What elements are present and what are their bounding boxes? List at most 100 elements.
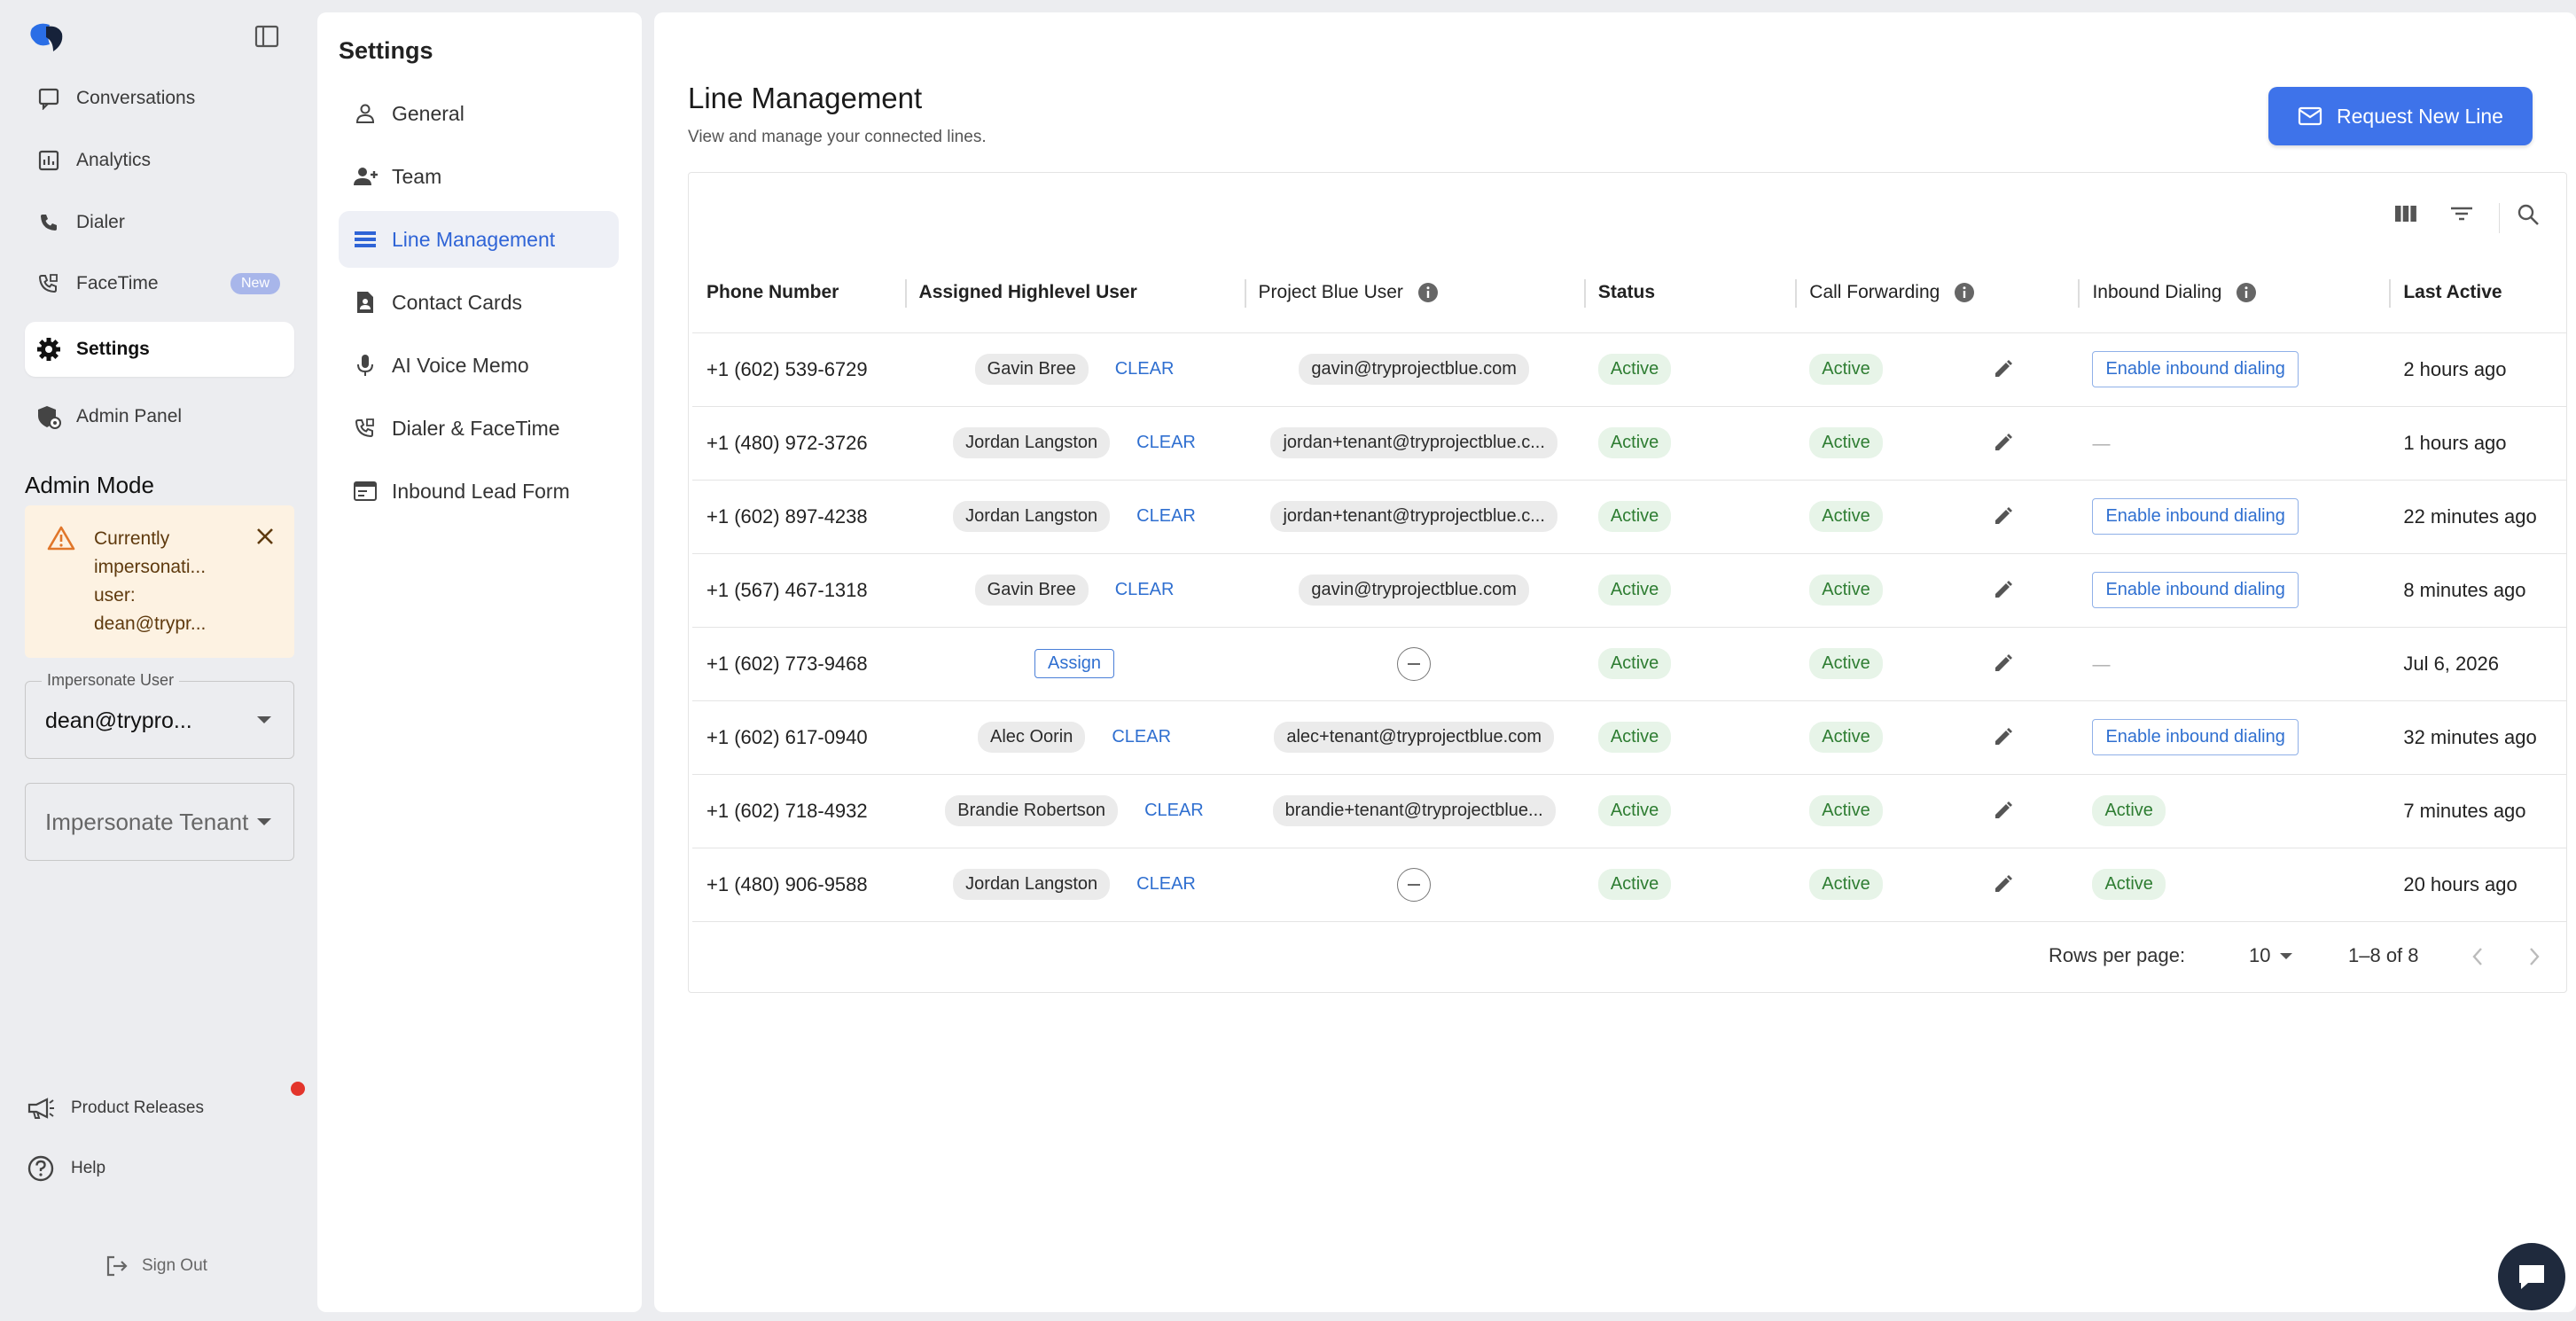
edit-pencil-icon[interactable] [1993, 505, 2014, 527]
column-header-project-blue-user[interactable]: Project Blue User [1244, 253, 1584, 333]
enable-inbound-dialing-button[interactable]: Enable inbound dialing [2092, 572, 2299, 608]
enable-inbound-dialing-button[interactable]: Enable inbound dialing [2092, 351, 2299, 387]
edit-pencil-icon[interactable] [1993, 726, 2014, 747]
previous-page-icon[interactable] [2471, 946, 2485, 967]
settings-item-contact-cards[interactable]: Contact Cards [339, 274, 619, 331]
edit-pencil-icon[interactable] [1993, 653, 2014, 674]
assigned-user-chip: Gavin Bree [974, 354, 1089, 385]
call-forwarding-badge: Active [1809, 501, 1883, 532]
empty-user-icon [1397, 646, 1432, 681]
product-releases-link[interactable]: Product Releases [25, 1096, 204, 1121]
status-cell: Active [1583, 627, 1796, 701]
edit-pencil-icon[interactable] [1993, 579, 2014, 600]
status-badge: Active [1597, 795, 1672, 826]
clear-user-button[interactable]: CLEAR [1136, 874, 1196, 895]
table-row: +1 (602) 773-9468 Assign Active Active — Jul … [692, 627, 2566, 701]
search-icon[interactable] [2517, 203, 2540, 226]
microphone-icon [351, 353, 379, 378]
nav-label: Analytics [76, 150, 152, 170]
project-blue-user-chip: gavin@tryprojectblue.com [1299, 575, 1529, 606]
columns-icon[interactable] [2394, 203, 2417, 224]
call-forwarding-cell: Active [1795, 480, 2079, 554]
last-active-cell: 8 minutes ago [2389, 553, 2566, 628]
help-link[interactable]: Help [25, 1154, 105, 1183]
megaphone-icon [25, 1096, 57, 1121]
clear-user-button[interactable]: CLEAR [1144, 801, 1204, 821]
column-header-assigned-user[interactable]: Assigned Highlevel User [904, 253, 1245, 333]
assigned-user-cell: Brandie Robertson CLEAR [904, 774, 1245, 848]
nav-label: Conversations [76, 88, 196, 108]
phone-number-cell: +1 (602) 773-9468 [692, 627, 905, 701]
info-icon[interactable] [2236, 282, 2257, 303]
edit-pencil-icon[interactable] [1993, 873, 2014, 895]
column-header-phone-number[interactable]: Phone Number [692, 253, 905, 333]
column-header-inbound-dialing[interactable]: Inbound Dialing [2078, 253, 2390, 333]
inbound-empty: — [2092, 654, 2111, 675]
inbound-dialing-cell: Enable inbound dialing [2078, 700, 2390, 775]
status-cell: Active [1583, 848, 1796, 922]
clear-user-button[interactable]: CLEAR [1115, 359, 1175, 379]
clear-user-button[interactable]: CLEAR [1136, 433, 1196, 453]
collapse-sidebar-icon[interactable] [254, 23, 280, 50]
info-icon[interactable] [1954, 282, 1975, 303]
column-header-last-active[interactable]: Last Active [2389, 253, 2566, 333]
last-active-cell: 2 hours ago [2389, 332, 2566, 407]
edit-pencil-icon[interactable] [1993, 432, 2014, 453]
status-badge: Active [1597, 354, 1672, 385]
table-row: +1 (480) 972-3726 Jordan Langston CLEAR jor… [692, 406, 2566, 481]
table-row: +1 (480) 906-9588 Jordan Langston CLEAR Act… [692, 848, 2566, 922]
app-logo[interactable] [27, 21, 66, 55]
assigned-user-cell: Gavin Bree CLEAR [904, 332, 1245, 407]
status-badge: Active [1597, 722, 1672, 753]
settings-item-inbound-lead-form[interactable]: Inbound Lead Form [339, 463, 619, 520]
nav-item-facetime[interactable]: FaceTime New [25, 256, 294, 311]
project-blue-user-chip: jordan+tenant@tryprojectblue.c... [1270, 427, 1557, 458]
settings-item-dialer-facetime[interactable]: Dialer & FaceTime [339, 400, 619, 457]
inbound-status-badge: Active [2092, 795, 2166, 826]
settings-item-team[interactable]: Team [339, 148, 619, 205]
column-header-status[interactable]: Status [1583, 253, 1796, 333]
last-active-cell: Jul 6, 2026 [2389, 627, 2566, 701]
impersonate-user-select[interactable]: Impersonate User dean@trypro... [25, 671, 294, 759]
column-header-call-forwarding[interactable]: Call Forwarding [1795, 253, 2079, 333]
rows-per-page-select[interactable]: 10 [2249, 944, 2293, 967]
status-badge: Active [1597, 648, 1672, 679]
filter-icon[interactable] [2449, 203, 2474, 224]
project-blue-user-chip: brandie+tenant@tryprojectblue... [1272, 795, 1556, 826]
settings-item-ai-voice-memo[interactable]: AI Voice Memo [339, 337, 619, 394]
project-blue-user-chip: jordan+tenant@tryprojectblue.c... [1270, 501, 1557, 532]
close-icon[interactable] [255, 527, 275, 546]
nav-item-analytics[interactable]: Analytics [25, 133, 294, 188]
call-forwarding-badge: Active [1809, 575, 1883, 606]
call-forwarding-cell: Active [1795, 700, 2079, 775]
edit-pencil-icon[interactable] [1993, 358, 2014, 379]
enable-inbound-dialing-button[interactable]: Enable inbound dialing [2092, 719, 2299, 755]
clear-user-button[interactable]: CLEAR [1112, 727, 1171, 747]
nav-item-dialer[interactable]: Dialer [25, 195, 294, 250]
caret-down-icon [256, 817, 272, 826]
clear-user-button[interactable]: CLEAR [1136, 506, 1196, 527]
nav-item-conversations[interactable]: Conversations [25, 71, 294, 126]
nav-item-settings[interactable]: Settings [25, 322, 294, 377]
enable-inbound-dialing-button[interactable]: Enable inbound dialing [2092, 498, 2299, 535]
info-icon[interactable] [1417, 282, 1439, 303]
nav-item-admin-panel[interactable]: Admin Panel [25, 389, 294, 444]
contact-card-icon [351, 291, 379, 314]
assign-user-button[interactable]: Assign [1034, 649, 1115, 678]
settings-item-general[interactable]: General [339, 85, 619, 142]
clear-user-button[interactable]: CLEAR [1115, 580, 1175, 600]
analytics-icon [35, 149, 62, 172]
chat-support-button[interactable] [2498, 1243, 2565, 1310]
status-badge: Active [1597, 427, 1672, 458]
admin-mode-heading: Admin Mode [25, 472, 154, 498]
nav-label: Settings [76, 339, 150, 359]
left-nav: Conversations Analytics Dialer FaceTime … [0, 0, 316, 1321]
settings-item-line-management[interactable]: Line Management [339, 211, 619, 268]
status-cell: Active [1583, 480, 1796, 554]
request-new-line-button[interactable]: Request New Line [2268, 87, 2533, 145]
impersonate-tenant-select[interactable]: Impersonate Tenant [25, 783, 294, 861]
edit-pencil-icon[interactable] [1993, 800, 2014, 821]
sign-out-button[interactable]: Sign Out [105, 1254, 207, 1278]
project-blue-user-cell: jordan+tenant@tryprojectblue.c... [1244, 480, 1584, 554]
next-page-icon[interactable] [2527, 946, 2541, 967]
